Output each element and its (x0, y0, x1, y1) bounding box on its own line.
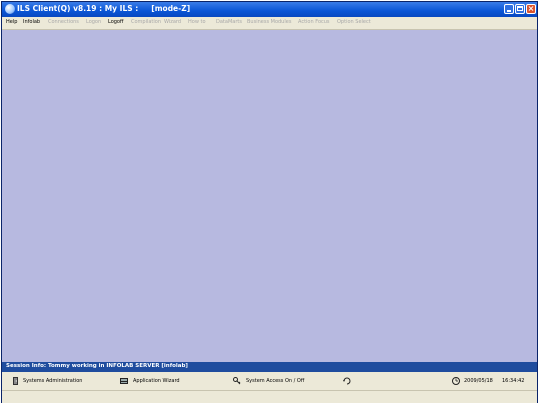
menu-infolab[interactable]: Infolab (23, 19, 40, 25)
status-date: 2009/05/18 (464, 378, 493, 384)
menu-help[interactable]: Help (6, 19, 17, 25)
system-access-label: System Access On / Off (246, 378, 305, 384)
menu-bar: Help Infolab Connections Logon Logoff Co… (2, 17, 537, 30)
main-workspace[interactable] (2, 30, 537, 362)
title-bar[interactable]: ILS Client(Q) v8.19 : My ILS : [mode-Z] … (2, 2, 537, 17)
app-globe-icon[interactable] (5, 4, 15, 14)
close-icon: × (527, 4, 535, 13)
window-title: ILS Client(Q) v8.19 : My ILS : [mode-Z] (17, 4, 191, 13)
status-bar: Systems Administration Application Wizar… (2, 372, 537, 390)
menu-datamarts[interactable]: DataMarts (216, 19, 242, 25)
menu-option-select[interactable]: Option Select (337, 19, 371, 25)
session-info-text: Session Info: Tommy working in INFOLAB S… (6, 363, 188, 369)
minimize-icon (507, 10, 511, 12)
systems-administration-label: Systems Administration (23, 378, 83, 384)
maximize-button[interactable] (515, 4, 525, 14)
menu-compilation[interactable]: Compilation (131, 19, 161, 25)
clock-icon (452, 377, 460, 385)
maximize-icon (517, 6, 523, 11)
menu-business-modules[interactable]: Business Modules (247, 19, 291, 25)
menu-wizard[interactable]: Wizard (164, 19, 181, 25)
menu-connections[interactable]: Connections (48, 19, 79, 25)
minimize-button[interactable] (504, 4, 514, 14)
system-access-toggle[interactable]: System Access On / Off (233, 377, 313, 386)
menu-how-to[interactable]: How to (188, 19, 206, 25)
application-wizard-label: Application Wizard (133, 378, 180, 384)
close-button[interactable]: × (526, 4, 536, 14)
footer-strip (2, 390, 537, 403)
session-info-bar: Session Info: Tommy working in INFOLAB S… (2, 362, 537, 372)
menu-logoff[interactable]: Logoff (108, 19, 123, 25)
menu-logon[interactable]: Logon (86, 19, 101, 25)
refresh-icon (343, 377, 351, 385)
door-icon (13, 377, 18, 385)
key-icon (233, 377, 241, 385)
wizard-icon (120, 378, 128, 384)
app-window: ILS Client(Q) v8.19 : My ILS : [mode-Z] … (1, 1, 538, 403)
application-wizard-button[interactable]: Application Wizard (120, 377, 190, 386)
status-time: 16:34:42 (502, 378, 525, 384)
menu-action-focus[interactable]: Action Focus (298, 19, 330, 25)
refresh-button[interactable] (343, 377, 353, 386)
systems-administration-button[interactable]: Systems Administration (12, 377, 92, 386)
